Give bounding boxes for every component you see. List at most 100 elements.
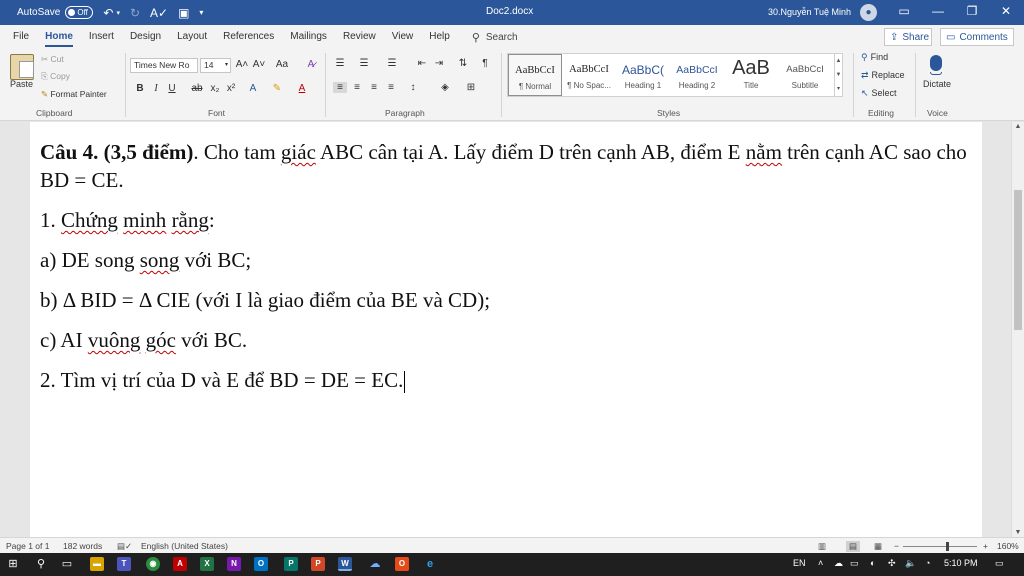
misspelled-word[interactable]: Chứng bbox=[61, 208, 118, 232]
shading-icon[interactable]: ◈ bbox=[438, 82, 452, 93]
chrome-icon[interactable]: ◉ bbox=[146, 557, 160, 571]
style-heading-2[interactable]: AaBbCcI Heading 2 bbox=[670, 54, 724, 96]
more-icon[interactable]: ▾ bbox=[835, 82, 842, 96]
search-icon[interactable]: ⚲ bbox=[33, 556, 49, 572]
zoom-out-icon[interactable]: − bbox=[894, 541, 899, 551]
scroll-up-icon[interactable]: ▲ bbox=[1012, 123, 1024, 130]
styles-scroll[interactable]: ▲ ▼ ▾ bbox=[834, 53, 843, 97]
close-icon[interactable]: ✕ bbox=[996, 4, 1016, 18]
onedrive-icon[interactable]: ☁ bbox=[367, 556, 383, 572]
scroll-down-icon[interactable]: ▼ bbox=[1012, 529, 1024, 536]
tab-layout[interactable]: Layout bbox=[169, 25, 215, 49]
change-case-icon[interactable]: Aa bbox=[272, 59, 292, 70]
input-language[interactable]: EN bbox=[793, 558, 806, 568]
tab-view[interactable]: View bbox=[384, 25, 422, 49]
notifications-icon[interactable]: ▭ bbox=[995, 558, 1004, 569]
acrobat-icon[interactable]: A bbox=[173, 557, 187, 571]
zoom-level[interactable]: 160% bbox=[997, 541, 1019, 551]
ribbon-display-options-icon[interactable]: ▭ bbox=[894, 4, 914, 18]
decrease-indent-icon[interactable]: ⇤ bbox=[415, 58, 429, 69]
style-title[interactable]: AaB Title bbox=[724, 54, 778, 96]
item-b-paragraph[interactable]: b) Δ BID = Δ CIE (với I là giao điểm của… bbox=[40, 286, 970, 314]
outlook-icon[interactable]: O bbox=[254, 557, 268, 571]
document-page[interactable]: Câu 4. (3,5 điểm). Cho tam giác ABC cân … bbox=[30, 122, 982, 537]
user-name[interactable]: 30.Nguyễn Tuệ Minh bbox=[768, 7, 851, 17]
word-icon[interactable]: W bbox=[338, 557, 352, 571]
share-button[interactable]: ⇪ Share bbox=[884, 28, 932, 46]
zoom-slider[interactable] bbox=[903, 546, 977, 547]
sort-icon[interactable]: ⇅ bbox=[456, 58, 470, 69]
dictate-button[interactable]: Dictate bbox=[923, 79, 951, 89]
customize-toolbar-icon[interactable]: ▾ bbox=[199, 8, 203, 17]
wifi-icon[interactable]: ◔ bbox=[925, 558, 930, 568]
multilevel-list-icon[interactable]: ☰ bbox=[385, 58, 399, 69]
style-subtitle[interactable]: AaBbCcI Subtitle bbox=[778, 54, 832, 96]
numbering-icon[interactable]: ☰ bbox=[357, 58, 371, 69]
align-left-icon[interactable]: ≡ bbox=[333, 82, 347, 93]
underline-icon[interactable]: U bbox=[165, 83, 179, 94]
find-button[interactable]: ⚲ Find bbox=[861, 52, 888, 63]
edge-icon[interactable]: e bbox=[422, 556, 438, 572]
item-2-paragraph[interactable]: 2. Tìm vị trí của D và E để BD = DE = EC… bbox=[40, 366, 970, 394]
volume-icon[interactable]: 🔈 bbox=[905, 558, 916, 569]
vertical-scrollbar[interactable]: ▲ ▼ bbox=[1011, 122, 1024, 537]
teams-icon[interactable]: T bbox=[117, 557, 131, 571]
font-color-icon[interactable]: A bbox=[295, 83, 309, 94]
bold-icon[interactable]: B bbox=[133, 83, 147, 94]
minimize-icon[interactable]: — bbox=[928, 4, 948, 18]
page-count[interactable]: Page 1 of 1 bbox=[6, 541, 49, 551]
tab-design[interactable]: Design bbox=[122, 25, 169, 49]
clear-formatting-icon[interactable]: A̷ bbox=[304, 59, 318, 70]
word-count[interactable]: 182 words bbox=[63, 541, 102, 551]
font-size-combo[interactable]: 14 ▾ bbox=[200, 58, 231, 73]
line-spacing-icon[interactable]: ↕ bbox=[406, 82, 420, 93]
font-name-combo[interactable]: Times New Ro bbox=[130, 58, 198, 73]
spelling-check-icon[interactable]: A✓ bbox=[150, 6, 168, 20]
cloud-icon[interactable]: ☁ bbox=[834, 558, 843, 569]
item-a-paragraph[interactable]: a) DE song song với BC; bbox=[40, 246, 970, 274]
item-c-paragraph[interactable]: c) AI vuông góc với BC. bbox=[40, 326, 970, 354]
redo-icon[interactable]: ↻ bbox=[130, 6, 140, 20]
question-paragraph[interactable]: Câu 4. (3,5 điểm). Cho tam giác ABC cân … bbox=[40, 138, 970, 194]
borders-icon[interactable]: ⊞ bbox=[464, 82, 478, 93]
web-layout-icon[interactable]: ▦ bbox=[874, 541, 882, 552]
style-heading-1[interactable]: AaBbC( Heading 1 bbox=[616, 54, 670, 96]
search-box[interactable]: ⚲ Search bbox=[472, 31, 518, 44]
cut-button[interactable]: ✂ Cut bbox=[41, 54, 64, 65]
chevron-down-icon[interactable]: ▼ bbox=[835, 68, 842, 82]
comments-button[interactable]: ▭ Comments bbox=[940, 28, 1014, 46]
restore-icon[interactable]: ❐ bbox=[962, 4, 982, 18]
misspelled-word[interactable]: rằng bbox=[172, 208, 209, 232]
tab-mailings[interactable]: Mailings bbox=[282, 25, 335, 49]
network-icon[interactable]: ✣ bbox=[888, 558, 896, 569]
increase-indent-icon[interactable]: ⇥ bbox=[432, 58, 446, 69]
highlight-icon[interactable]: ✎ bbox=[270, 83, 284, 94]
misspelled-word[interactable]: nằm bbox=[746, 140, 782, 164]
paste-icon[interactable] bbox=[10, 54, 34, 80]
paste-button[interactable]: Paste bbox=[10, 79, 33, 89]
autosave-toggle[interactable]: Off bbox=[65, 6, 94, 19]
style-no-spacing[interactable]: AaBbCcI ¶ No Spac... bbox=[562, 54, 616, 96]
zoom-slider-thumb[interactable] bbox=[946, 542, 949, 551]
show-formatting-icon[interactable]: ¶ bbox=[478, 58, 492, 69]
language-indicator[interactable]: English (United States) bbox=[141, 541, 228, 551]
zoom-in-icon[interactable]: + bbox=[983, 541, 988, 551]
read-mode-icon[interactable]: ▥ bbox=[818, 541, 826, 552]
app-tray-icon[interactable]: ◐ bbox=[870, 558, 875, 568]
clock[interactable]: 5:10 PM bbox=[944, 558, 978, 568]
misspelled-word[interactable]: minh bbox=[123, 208, 166, 232]
format-painter-button[interactable]: ✎ Format Painter bbox=[41, 89, 107, 100]
justify-icon[interactable]: ≡ bbox=[384, 82, 398, 93]
print-layout-icon[interactable]: ▤ bbox=[846, 541, 861, 552]
chevron-up-icon[interactable]: ▲ bbox=[835, 54, 842, 68]
proofing-icon[interactable]: ▤✓ bbox=[117, 541, 132, 552]
undo-icon[interactable]: ↶ bbox=[103, 6, 113, 20]
misspelled-word[interactable]: vuông bbox=[88, 328, 141, 352]
align-center-icon[interactable]: ≡ bbox=[350, 82, 364, 93]
microphone-icon[interactable] bbox=[928, 55, 944, 79]
italic-icon[interactable]: I bbox=[149, 83, 163, 94]
scrollbar-thumb[interactable] bbox=[1014, 190, 1022, 330]
select-button[interactable]: ↖ Select bbox=[861, 88, 897, 99]
tab-insert[interactable]: Insert bbox=[81, 25, 122, 49]
file-explorer-icon[interactable]: ▬ bbox=[90, 557, 104, 571]
